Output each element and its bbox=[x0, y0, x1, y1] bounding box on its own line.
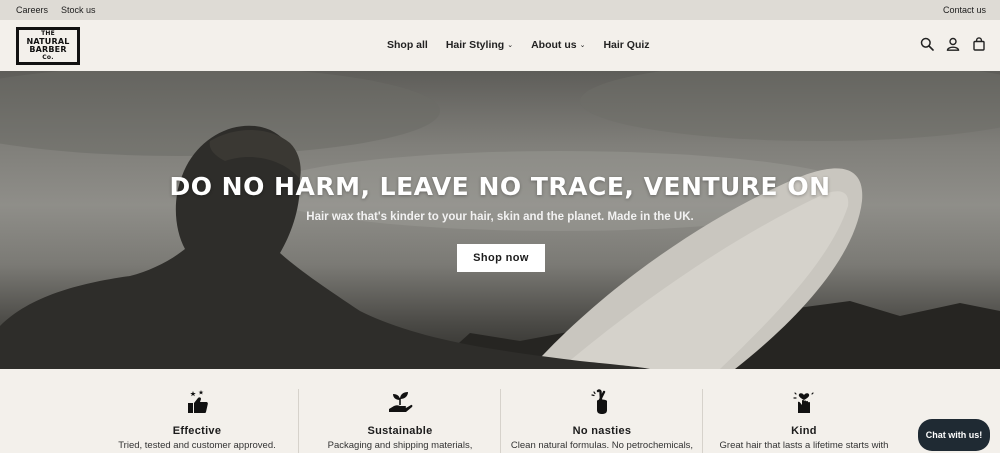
chevron-down-icon: ⌄ bbox=[507, 42, 514, 49]
cart-icon[interactable] bbox=[972, 37, 986, 51]
feature-sustainable: Sustainable Packaging and shipping mater… bbox=[299, 389, 501, 451]
feature-description: Great hair that lasts a lifetime starts … bbox=[719, 440, 889, 451]
crossed-fingers-icon bbox=[591, 389, 607, 414]
hand-heart-icon bbox=[793, 392, 814, 413]
stock-us-link[interactable]: Stock us bbox=[61, 5, 96, 15]
feature-title: Kind bbox=[791, 425, 817, 437]
nav-item-label: About us bbox=[531, 39, 577, 51]
features-row: Effective Tried, tested and customer app… bbox=[0, 369, 1000, 453]
feature-title: Effective bbox=[172, 425, 222, 437]
chat-button[interactable]: Chat with us! bbox=[918, 419, 990, 451]
feature-title: Sustainable bbox=[367, 425, 433, 437]
feature-description: Tried, tested and customer approved. bbox=[118, 440, 276, 451]
feature-no-nasties: No nasties Clean natural formulas. No pe… bbox=[501, 389, 703, 451]
logo-line: BARBER bbox=[29, 45, 67, 54]
nav-item-shop-all[interactable]: Shop all bbox=[387, 39, 428, 51]
feature-effective: Effective Tried, tested and customer app… bbox=[96, 389, 298, 451]
top-bar: Careers Stock us Contact us bbox=[0, 0, 1000, 20]
main-nav: Shop all Hair Styling ⌄ About us ⌄ Hair … bbox=[387, 39, 650, 51]
nav-item-label: Hair Quiz bbox=[603, 39, 650, 51]
hand-plant-icon bbox=[389, 392, 413, 412]
site-header: THE NATURAL BARBER Co. Shop all Hair Sty… bbox=[0, 20, 1000, 71]
contact-us-link[interactable]: Contact us bbox=[943, 5, 986, 15]
careers-link[interactable]: Careers bbox=[16, 5, 48, 15]
chevron-down-icon: ⌄ bbox=[579, 42, 586, 49]
feature-description: Clean natural formulas. No petrochemical… bbox=[510, 440, 694, 451]
shop-now-button[interactable]: Shop now bbox=[457, 244, 545, 272]
feature-title: No nasties bbox=[572, 425, 632, 437]
nav-item-about-us[interactable]: About us ⌄ bbox=[531, 39, 585, 51]
hero-subtitle: Hair wax that's kinder to your hair, ski… bbox=[306, 211, 694, 223]
nav-item-hair-styling[interactable]: Hair Styling ⌄ bbox=[446, 39, 513, 51]
feature-description: Packaging and shipping materials, bbox=[327, 440, 473, 451]
top-bar-links: Careers Stock us bbox=[16, 5, 96, 15]
nav-item-hair-quiz[interactable]: Hair Quiz bbox=[603, 39, 649, 51]
account-icon[interactable] bbox=[946, 37, 960, 51]
hero-headline: DO NO HARM, LEAVE NO TRACE, VENTURE ON bbox=[169, 172, 831, 201]
header-icons bbox=[920, 37, 986, 51]
thumbs-up-stars-icon bbox=[188, 390, 208, 413]
search-icon[interactable] bbox=[920, 37, 934, 51]
nav-item-label: Hair Styling bbox=[445, 39, 505, 51]
feature-kind: Kind Great hair that lasts a lifetime st… bbox=[703, 389, 905, 451]
nav-item-label: Shop all bbox=[387, 39, 428, 51]
logo-line: Co. bbox=[42, 54, 54, 61]
logo[interactable]: THE NATURAL BARBER Co. bbox=[16, 27, 80, 65]
hero-banner: DO NO HARM, LEAVE NO TRACE, VENTURE ON H… bbox=[0, 71, 1000, 369]
